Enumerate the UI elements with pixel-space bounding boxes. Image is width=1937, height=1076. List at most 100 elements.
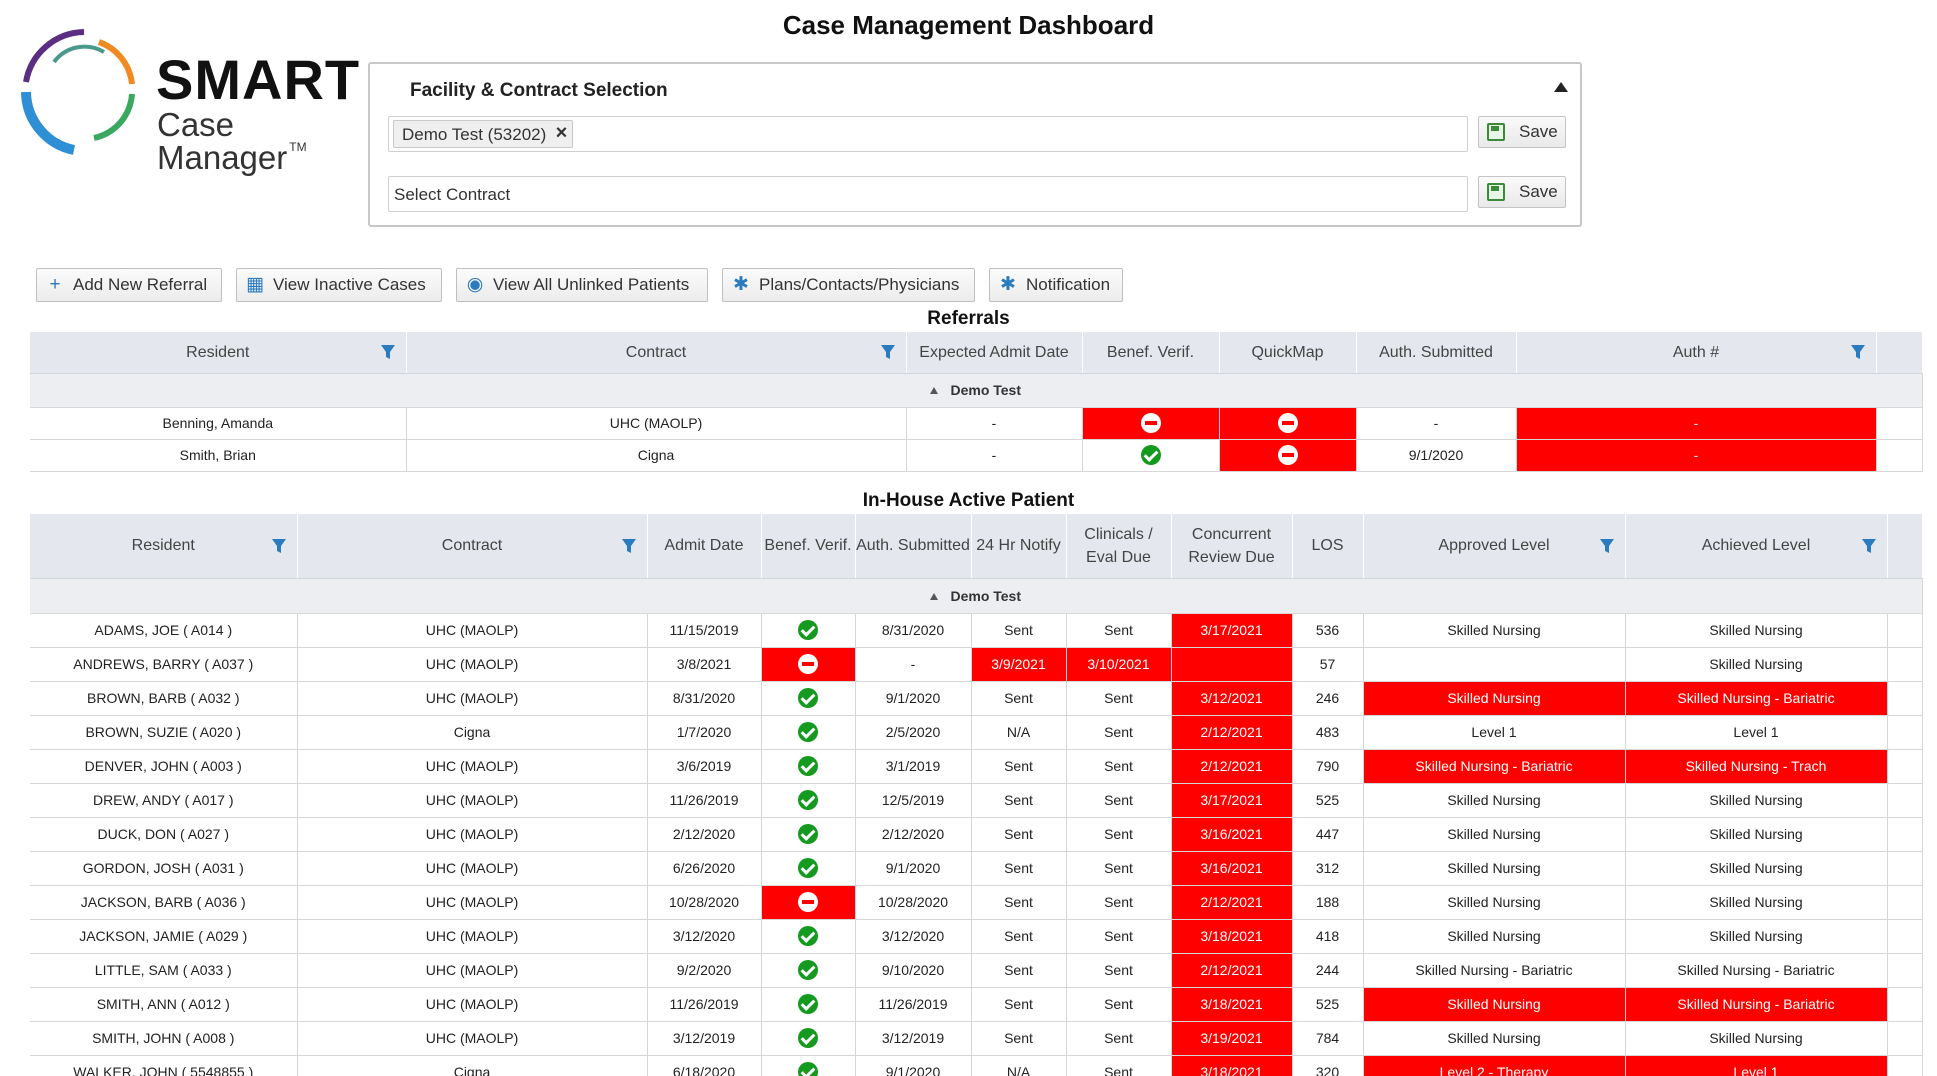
filter-icon[interactable] [1599,538,1615,554]
column-header[interactable]: QuickMap [1219,332,1357,374]
column-header[interactable]: Approved Level [1363,514,1626,579]
column-header[interactable]: Auth. Submitted [1356,332,1517,374]
table-row[interactable]: BROWN, BARB ( A032 ) UHC (MAOLP) 8/31/2020… [30,681,1923,716]
minus-circle-icon [1277,413,1298,433]
cell-value: 2/12/2020 [672,826,736,842]
contract-select[interactable]: Select Contract [388,176,1468,212]
table-row[interactable]: SMITH, ANN ( A012 ) UHC (MAOLP) 11/26/2019… [30,987,1923,1022]
table-row[interactable]: Smith, Brian Cigna - 9/1/2020 - [30,439,1923,472]
column-header[interactable]: Auth # [1516,332,1877,374]
cell-crd: 3/18/2021 [1171,987,1293,1022]
view-inactive-cases-button[interactable]: ▦ View Inactive Cases [236,268,442,302]
table-row[interactable]: JACKSON, BARB ( A036 ) UHC (MAOLP) 10/28/2… [30,885,1923,920]
column-header[interactable]: Concurrent Review Due [1171,514,1293,579]
add-new-referral-button[interactable]: + Add New Referral [36,268,222,302]
cell-benef [761,681,856,716]
cell-los: 447 [1292,817,1364,852]
cell-auth: 3/12/2020 [855,919,972,954]
cell-value: 9/1/2020 [885,1064,941,1076]
table-row[interactable]: JACKSON, JAMIE ( A029 ) UHC (MAOLP) 3/12/2… [30,919,1923,954]
table-row[interactable]: DREW, ANDY ( A017 ) UHC (MAOLP) 11/26/2019… [30,783,1923,818]
cell-resident: DUCK, DON ( A027 ) [30,817,298,852]
cell-value: UHC (MAOLP) [425,962,519,978]
table-row[interactable]: GORDON, JOSH ( A031 ) UHC (MAOLP) 6/26/202… [30,851,1923,886]
cell-notify: Sent [971,681,1067,716]
filter-icon[interactable] [621,538,637,554]
table-row[interactable]: WALKER, JOHN ( 5548855 ) Cigna 6/18/2020 9/… [30,1055,1923,1076]
facility-select[interactable]: Demo Test (53202) × [388,116,1468,152]
column-header[interactable]: Auth. Submitted [855,514,972,579]
cell-value: Skilled Nursing [1447,996,1541,1012]
collapse-caret-icon[interactable] [1554,82,1568,92]
column-header[interactable]: Achieved Level [1625,514,1888,579]
cell-benef [761,851,856,886]
cell-value: 447 [1315,826,1340,842]
table-row[interactable]: ADAMS, JOE ( A014 ) UHC (MAOLP) 11/15/2019… [30,613,1923,648]
notification-button[interactable]: ✱ Notification [989,268,1123,302]
column-header[interactable]: Resident [30,332,407,374]
filter-icon[interactable] [1850,344,1866,360]
cell-value: 9/1/2020 [885,690,941,706]
cell-value: Sent [1004,962,1033,978]
cell-value: Skilled Nursing [1447,690,1541,706]
cell-value: 3/16/2021 [1200,860,1263,876]
save-label: Save [1519,182,1558,201]
cell-notify: Sent [971,783,1067,818]
collapse-group-icon[interactable] [930,387,939,394]
cell-crd: 3/18/2021 [1171,919,1293,954]
column-header[interactable]: 24 Hr Notify [971,514,1067,579]
plans-contacts-physicians-button[interactable]: ✱ Plans/Contacts/Physicians [722,268,975,302]
save-facility-button[interactable]: Save [1478,116,1566,148]
column-header[interactable]: Contract [297,514,648,579]
cell-contract: UHC (MAOLP) [297,851,648,886]
column-header[interactable]: Admit Date [647,514,762,579]
collapse-group-icon[interactable] [930,592,939,600]
cell-resident: WALKER, JOHN ( 5548855 ) [30,1055,298,1076]
cell-value: UHC (MAOLP) [425,928,519,944]
cell-value: 3/18/2021 [1200,996,1263,1012]
cell-benef [1082,439,1220,472]
cell-auth_submitted: 9/1/2020 [1356,439,1517,472]
column-header[interactable]: Clinicals / Eval Due [1066,514,1172,579]
cell-value: UHC (MAOLP) [425,792,519,808]
column-header[interactable]: Resident [30,514,298,579]
page-title: Case Management Dashboard [782,10,1155,40]
table-row[interactable]: DUCK, DON ( A027 ) UHC (MAOLP) 2/12/2020 2/… [30,817,1923,852]
remove-chip-icon[interactable]: × [556,122,568,145]
group-row[interactable]: Demo Test [30,578,1923,614]
filter-icon[interactable] [271,538,287,554]
group-row[interactable]: Demo Test [30,373,1923,408]
filter-icon[interactable] [880,344,896,360]
column-header[interactable]: Benef. Verif. [761,514,856,579]
cell-spacer [1887,953,1923,988]
column-header[interactable]: Contract [406,332,907,374]
cell-approved: Skilled Nursing [1363,919,1626,954]
cell-contract: Cigna [297,1055,648,1076]
table-row[interactable]: Benning, Amanda UHC (MAOLP) - - - [30,407,1923,440]
column-header-label: Auth # [1672,343,1720,361]
cell-spacer [1887,919,1923,954]
cell-value: 3/1/2019 [885,758,941,774]
cell-contract: UHC (MAOLP) [297,783,648,818]
column-header-label: Clinicals / Eval Due [1084,525,1153,566]
cell-resident: JACKSON, BARB ( A036 ) [30,885,298,920]
table-row[interactable]: LITTLE, SAM ( A033 ) UHC (MAOLP) 9/2/2020 9… [30,953,1923,988]
cell-achieved: Skilled Nursing [1625,885,1888,920]
cell-crd: 3/19/2021 [1171,1021,1293,1056]
column-header[interactable]: Benef. Verif. [1082,332,1220,374]
cell-value: 3/12/2020 [672,928,736,944]
save-contract-button[interactable]: Save [1478,176,1566,208]
filter-icon[interactable] [1861,538,1877,554]
cell-expected: - [906,439,1083,472]
table-row[interactable]: DENVER, JOHN ( A003 ) UHC (MAOLP) 3/6/2019… [30,749,1923,784]
cell-resident: JACKSON, JAMIE ( A029 ) [30,919,298,954]
table-row[interactable]: SMITH, JOHN ( A008 ) UHC (MAOLP) 3/12/2019… [30,1021,1923,1056]
view-unlinked-patients-button[interactable]: ◉ View All Unlinked Patients [456,268,708,302]
filter-icon[interactable] [380,344,396,360]
table-row[interactable]: ANDREWS, BARRY ( A037 ) UHC (MAOLP) 3/8/20… [30,647,1923,682]
inhouse-table: Resident Contract Admit Date Benef. Verif. A… [30,514,1923,1076]
cell-value: 9/10/2020 [881,962,945,978]
table-row[interactable]: BROWN, SUZIE ( A020 ) Cigna 1/7/2020 2/5/20… [30,715,1923,750]
column-header[interactable]: LOS [1292,514,1364,579]
column-header[interactable]: Expected Admit Date [906,332,1083,374]
